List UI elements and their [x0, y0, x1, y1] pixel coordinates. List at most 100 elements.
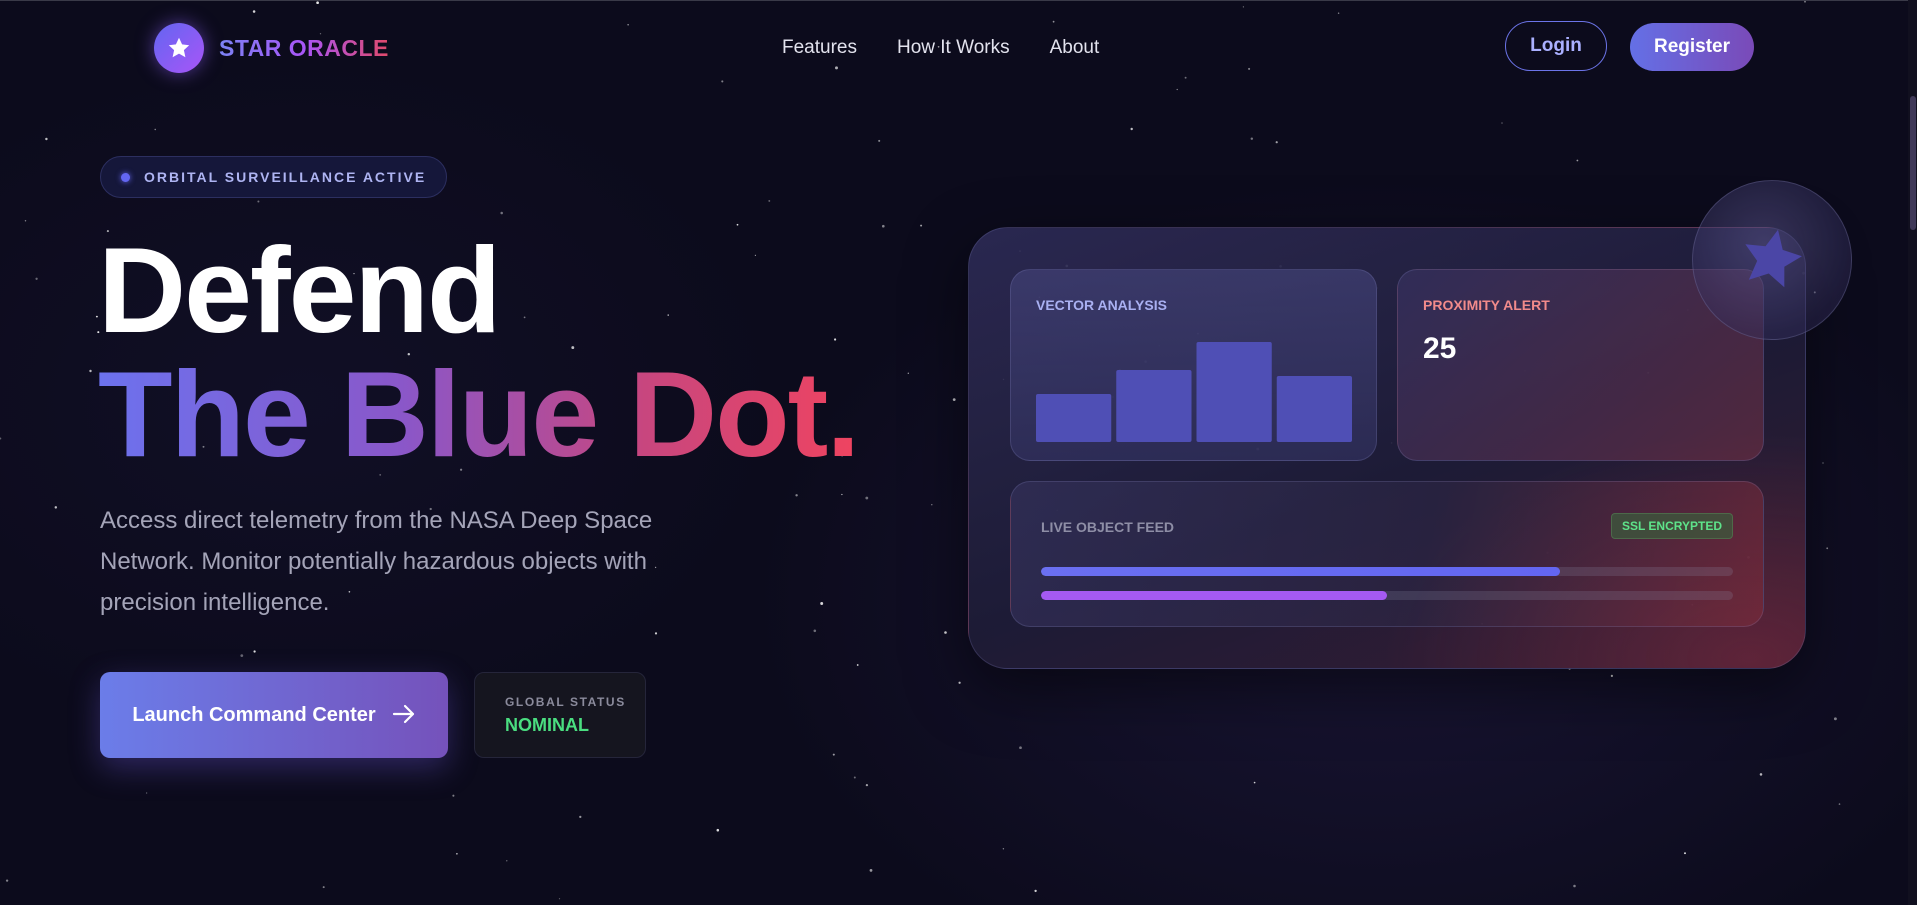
launch-button-label: Launch Command Center [132, 703, 376, 726]
global-status-label: GLOBAL STATUS [505, 695, 626, 709]
star-dot [841, 493, 843, 496]
star-dot [1804, 0, 1806, 3]
star-dot [316, 1, 319, 5]
star-dot [1253, 781, 1256, 784]
star-dot [240, 654, 244, 657]
live-feed-title: LIVE OBJECT FEED [1041, 519, 1175, 535]
nav-link-how-it-works[interactable]: How It Works [897, 37, 1010, 59]
ssl-badge: SSL ENCRYPTED [1610, 513, 1733, 539]
headline-line-1: Defend [98, 222, 501, 358]
vector-bar [1276, 376, 1352, 442]
star-dot [579, 815, 582, 819]
arrow-right-icon [392, 704, 416, 727]
feed-progress-fill-1 [1041, 567, 1560, 576]
star-dot [89, 369, 92, 373]
star-dot [1184, 76, 1187, 79]
star-dot [736, 223, 739, 226]
star-dot [54, 506, 58, 509]
star-dot [944, 631, 947, 634]
star-dot [865, 496, 869, 500]
star-dot [931, 504, 933, 506]
star-icon [154, 23, 204, 73]
star-dot [869, 869, 873, 872]
headline-line-2: The Blue Dot. [98, 346, 860, 482]
star-dot [1573, 884, 1576, 888]
star-dot [1275, 141, 1278, 144]
main-nav: Features How It Works About [782, 37, 1099, 59]
vector-bar [1036, 394, 1112, 442]
star-dot [500, 211, 503, 215]
star-dot [558, 898, 561, 900]
register-button[interactable]: Register [1630, 23, 1754, 71]
vector-bar-chart [1036, 342, 1352, 442]
page-scrollbar[interactable] [1908, 0, 1917, 905]
star-dot [1826, 547, 1829, 550]
star-dot [1833, 717, 1837, 721]
hero-subtitle: Access direct telemetry from the NASA De… [100, 507, 653, 616]
star-dot [1684, 852, 1686, 855]
star-dot [856, 664, 859, 666]
star-dot [253, 650, 256, 653]
star-dot [45, 137, 48, 141]
star-dot [1822, 462, 1824, 464]
star-dot [768, 199, 771, 202]
star-dot [1034, 889, 1037, 893]
brand-name: STAR ORACLE [219, 34, 389, 61]
star-dot [452, 794, 455, 797]
star-dot [1176, 88, 1178, 91]
vector-bar [1196, 342, 1272, 442]
star-dot [882, 224, 885, 228]
dashboard-preview: VECTOR ANALYSIS PROXIMITY ALERT 25 LIVE … [968, 227, 1806, 669]
star-dot [154, 128, 156, 131]
star-dot [1838, 803, 1841, 805]
star-dot [835, 66, 838, 70]
launch-command-center-button[interactable]: Launch Command Center [100, 672, 448, 758]
star-dot [907, 372, 909, 374]
scrollbar-thumb[interactable] [1910, 96, 1916, 230]
vector-analysis-card: VECTOR ANALYSIS [1010, 269, 1377, 461]
star-dot [1242, 6, 1245, 8]
vector-analysis-title: VECTOR ANALYSIS [1036, 297, 1167, 313]
nav-link-features[interactable]: Features [782, 37, 857, 59]
star-dot [878, 139, 881, 142]
star-dot [1250, 137, 1254, 140]
star-dot [920, 224, 923, 227]
star-dot [1759, 773, 1763, 776]
nav-link-about[interactable]: About [1050, 37, 1100, 59]
global-status-card: GLOBAL STATUS NOMINAL [474, 672, 646, 758]
live-object-feed-card: LIVE OBJECT FEED SSL ENCRYPTED [1010, 481, 1764, 627]
vector-bar [1116, 370, 1192, 442]
star-dot [716, 828, 720, 832]
star-icon [1738, 224, 1806, 297]
star-dot [1248, 67, 1251, 70]
star-dot [667, 314, 669, 316]
status-pill: ORBITAL SURVEILLANCE ACTIVE [100, 156, 448, 198]
star-dot [1576, 159, 1579, 162]
star-dot [813, 629, 817, 633]
star-dot [721, 80, 724, 83]
star-dot [506, 860, 508, 862]
star-dot [952, 398, 956, 401]
star-dot [820, 602, 824, 605]
star-dot [35, 277, 38, 280]
star-dot [834, 338, 837, 341]
star-dot [456, 852, 458, 855]
star-dot [322, 886, 325, 889]
star-dot [24, 220, 27, 222]
star-dot [754, 254, 757, 256]
star-dot [865, 783, 869, 787]
star-dot [257, 200, 260, 203]
star-dot [523, 316, 526, 319]
star-dot [1337, 12, 1340, 14]
star-dot [252, 10, 256, 13]
star-dot [654, 632, 658, 635]
brand-logo[interactable]: STAR ORACLE [154, 23, 389, 73]
global-status-value: NOMINAL [505, 715, 589, 735]
status-dot [121, 172, 130, 182]
star-dot [1052, 20, 1055, 23]
feed-progress-fill-2 [1041, 591, 1387, 600]
feed-progress-track-2 [1041, 591, 1733, 600]
star-dot [1019, 746, 1022, 750]
proximity-alert-value: 25 [1423, 332, 1457, 365]
login-button[interactable]: Login [1505, 21, 1607, 71]
